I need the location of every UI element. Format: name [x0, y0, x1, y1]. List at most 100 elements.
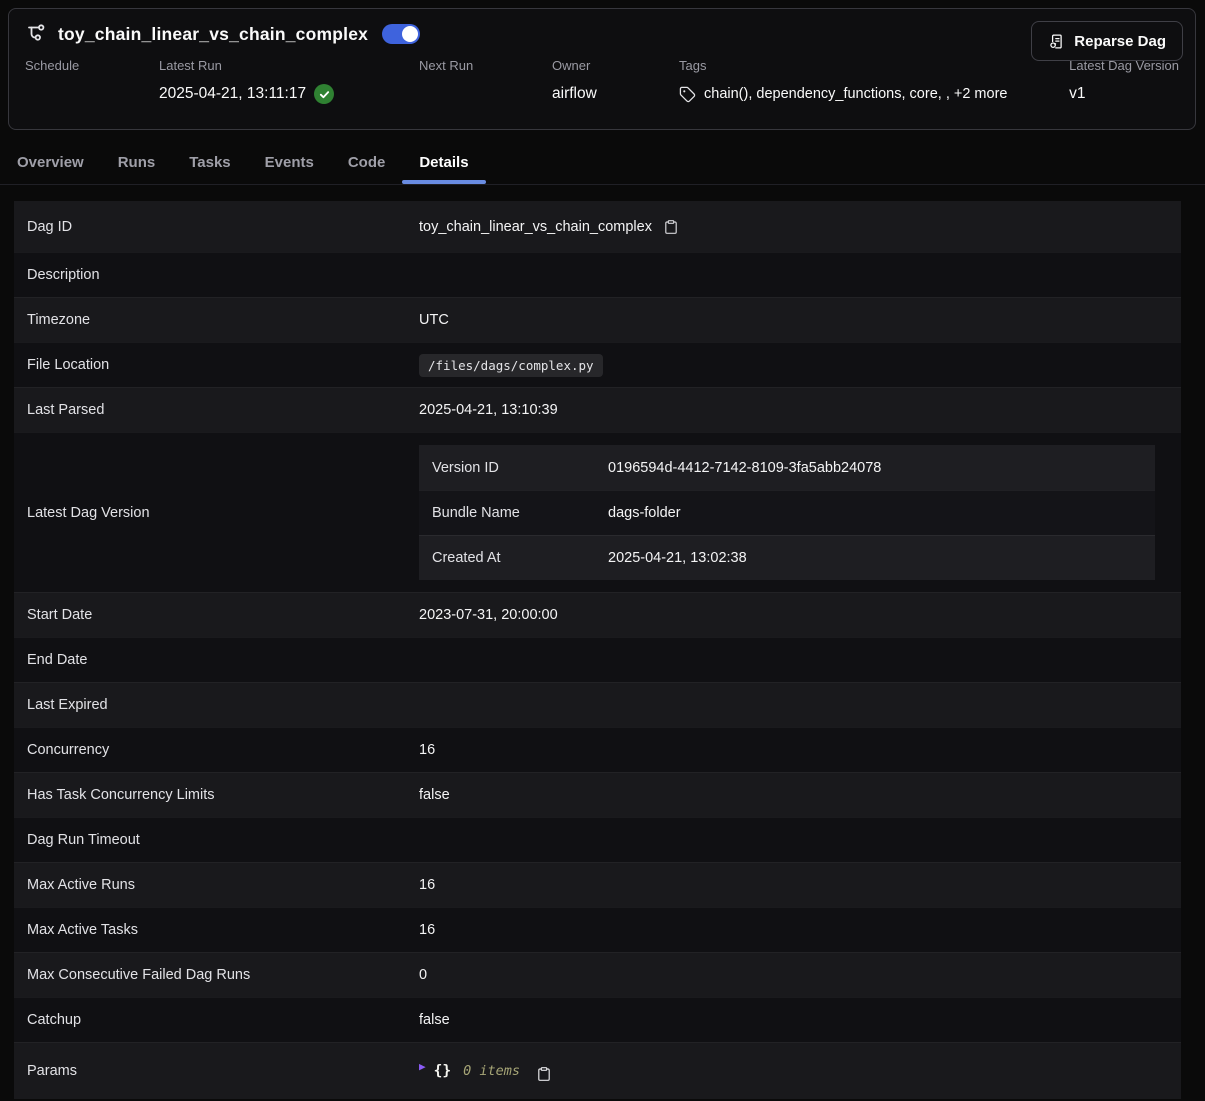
params-json-viewer: ▶ {} 0 items: [419, 1063, 552, 1079]
nested-row-label: Created At: [419, 550, 608, 566]
concurrency-value: 16: [419, 742, 1181, 758]
tags-value[interactable]: chain(), dependency_functions, core, , +…: [679, 84, 1069, 104]
success-check-icon: [314, 84, 334, 104]
table-row-last-expired: Last Expired: [14, 682, 1181, 727]
tags-label: Tags: [679, 58, 1069, 73]
tab-code[interactable]: Code: [331, 140, 403, 184]
latest-run-timestamp: 2025-04-21, 13:11:17: [159, 85, 306, 103]
schedule-label: Schedule: [25, 58, 159, 73]
table-row-description: Description: [14, 252, 1181, 297]
nested-row-bundle-name: Bundle Name dags-folder: [419, 490, 1155, 535]
row-label: File Location: [14, 357, 419, 373]
dag-pause-toggle[interactable]: [382, 24, 420, 44]
nested-row-version-id: Version ID 0196594d-4412-7142-8109-3fa5a…: [419, 445, 1155, 490]
table-row-max-consecutive-failed-dag-runs: Max Consecutive Failed Dag Runs 0: [14, 952, 1181, 997]
start-date-value: 2023-07-31, 20:00:00: [419, 607, 1181, 623]
tags-list-text: chain(), dependency_functions, core, , +…: [704, 86, 1007, 102]
table-row-catchup: Catchup false: [14, 997, 1181, 1042]
nested-row-created-at: Created At 2025-04-21, 13:02:38: [419, 535, 1155, 580]
row-label: Has Task Concurrency Limits: [14, 787, 419, 803]
tab-overview[interactable]: Overview: [0, 140, 101, 184]
table-row-params: Params ▶ {} 0 items: [14, 1042, 1181, 1099]
row-label: Description: [14, 267, 419, 283]
table-row-latest-dag-version: Latest Dag Version Version ID 0196594d-4…: [14, 432, 1181, 592]
tab-tasks[interactable]: Tasks: [172, 140, 247, 184]
last-parsed-value: 2025-04-21, 13:10:39: [419, 402, 1181, 418]
table-row-end-date: End Date: [14, 637, 1181, 682]
row-label: Last Parsed: [14, 402, 419, 418]
row-label: Start Date: [14, 607, 419, 623]
stat-tags: Tags chain(), dependency_functions, core…: [679, 58, 1069, 104]
toggle-knob: [402, 26, 418, 42]
dag-title-row: toy_chain_linear_vs_chain_complex: [9, 9, 1195, 46]
tab-details[interactable]: Details: [402, 140, 485, 184]
row-label: Dag ID: [14, 219, 419, 235]
stat-schedule: Schedule: [25, 58, 159, 104]
params-item-count: 0 items: [463, 1063, 520, 1079]
tag-icon: [679, 86, 696, 103]
owner-label: Owner: [552, 58, 679, 73]
row-label: End Date: [14, 652, 419, 668]
row-label: Catchup: [14, 1012, 419, 1028]
max-consecutive-failed-dag-runs-value: 0: [419, 967, 1181, 983]
reparse-dag-button[interactable]: Reparse Dag: [1031, 21, 1183, 61]
stat-latest-dag-version: Latest Dag Version v1: [1069, 58, 1179, 104]
timezone-value: UTC: [419, 312, 1181, 328]
row-label: Concurrency: [14, 742, 419, 758]
copy-dag-id-icon[interactable]: [663, 219, 679, 235]
table-row-dag-run-timeout: Dag Run Timeout: [14, 817, 1181, 862]
stat-next-run: Next Run: [419, 58, 552, 104]
owner-value: airflow: [552, 84, 679, 104]
row-label: Latest Dag Version: [14, 505, 419, 521]
tab-runs[interactable]: Runs: [101, 140, 173, 184]
latest-run-label: Latest Run: [159, 58, 419, 73]
row-label: Max Active Runs: [14, 877, 419, 893]
table-row-max-active-tasks: Max Active Tasks 16: [14, 907, 1181, 952]
json-expand-arrow-icon[interactable]: ▶: [419, 1061, 426, 1072]
row-label: Timezone: [14, 312, 419, 328]
table-row-last-parsed: Last Parsed 2025-04-21, 13:10:39: [14, 387, 1181, 432]
copy-params-icon[interactable]: [536, 1066, 552, 1082]
row-label: Last Expired: [14, 697, 419, 713]
next-run-value: [419, 84, 552, 104]
dag-tabbar: Overview Runs Tasks Events Code Details: [0, 140, 1205, 185]
bundle-name-value: dags-folder: [608, 505, 1155, 521]
next-run-label: Next Run: [419, 58, 552, 73]
max-active-runs-value: 16: [419, 877, 1181, 893]
dag-stats-row: Schedule Latest Run 2025-04-21, 13:11:17…: [9, 46, 1195, 104]
nested-row-label: Version ID: [419, 460, 608, 476]
max-active-tasks-value: 16: [419, 922, 1181, 938]
reparse-dag-label: Reparse Dag: [1074, 33, 1166, 50]
table-row-max-active-runs: Max Active Runs 16: [14, 862, 1181, 907]
dag-header-card: toy_chain_linear_vs_chain_complex Repars…: [8, 8, 1196, 130]
file-location-path: /files/dags/complex.py: [419, 354, 603, 377]
stat-latest-run: Latest Run 2025-04-21, 13:11:17: [159, 58, 419, 104]
catchup-value: false: [419, 1012, 1181, 1028]
table-row-file-location: File Location /files/dags/complex.py: [14, 342, 1181, 387]
stat-owner: Owner airflow: [552, 58, 679, 104]
dag-id-value: toy_chain_linear_vs_chain_complex: [419, 219, 652, 235]
table-row-dag-id: Dag ID toy_chain_linear_vs_chain_complex: [14, 201, 1181, 252]
row-label: Dag Run Timeout: [14, 832, 419, 848]
dag-title: toy_chain_linear_vs_chain_complex: [58, 24, 368, 45]
row-label: Params: [14, 1063, 419, 1079]
dag-icon: [25, 22, 49, 46]
row-label: Max Consecutive Failed Dag Runs: [14, 967, 419, 983]
table-row-concurrency: Concurrency 16: [14, 727, 1181, 772]
has-task-concurrency-limits-value: false: [419, 787, 1181, 803]
version-id-value: 0196594d-4412-7142-8109-3fa5abb24078: [608, 460, 1155, 476]
dag-details-table: Dag ID toy_chain_linear_vs_chain_complex…: [14, 201, 1181, 1099]
tab-events[interactable]: Events: [248, 140, 331, 184]
nested-row-label: Bundle Name: [419, 505, 608, 521]
params-braces: {}: [434, 1063, 451, 1079]
table-row-timezone: Timezone UTC: [14, 297, 1181, 342]
created-at-value: 2025-04-21, 13:02:38: [608, 550, 1155, 566]
row-label: Max Active Tasks: [14, 922, 419, 938]
latest-dag-version-value: v1: [1069, 84, 1179, 104]
reparse-dag-icon: [1048, 33, 1065, 50]
table-row-has-task-concurrency-limits: Has Task Concurrency Limits false: [14, 772, 1181, 817]
schedule-value: [25, 84, 159, 104]
table-row-start-date: Start Date 2023-07-31, 20:00:00: [14, 592, 1181, 637]
latest-dag-version-table: Version ID 0196594d-4412-7142-8109-3fa5a…: [419, 445, 1155, 580]
latest-run-value[interactable]: 2025-04-21, 13:11:17: [159, 84, 419, 104]
